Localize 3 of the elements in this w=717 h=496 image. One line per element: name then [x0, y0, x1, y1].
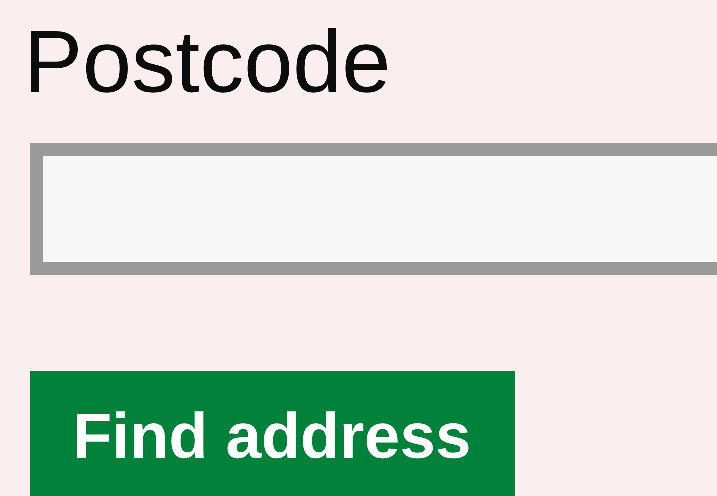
field-label: Postcode — [24, 18, 391, 106]
find-address-button[interactable]: Find address — [30, 371, 515, 496]
postcode-field[interactable] — [30, 143, 717, 275]
